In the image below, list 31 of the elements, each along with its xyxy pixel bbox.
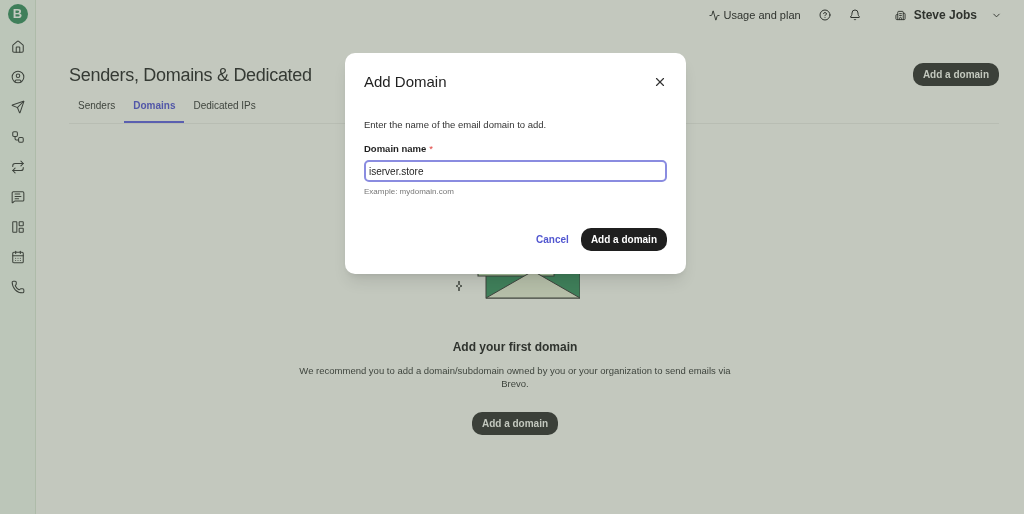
field-hint: Example: mydomain.com [364,186,455,198]
add-domain-button[interactable]: Add a domain [912,63,999,86]
send-icon[interactable] [10,100,25,114]
calendar-icon[interactable] [10,250,25,264]
tab[interactable]: Dedicated IPs [184,98,265,123]
dialog-intro: Enter the name of the email domain to add. [364,117,548,132]
submit-button[interactable]: Add a domain [580,228,667,251]
workflow-icon[interactable] [10,130,25,144]
repeat-icon[interactable] [10,160,25,174]
field-label: Domain name [364,141,427,156]
page-title: Senders, Domains & Dedicated [69,64,312,87]
usage-link[interactable]: Usage and plan [708,6,801,24]
activity-icon [708,9,720,21]
board-icon[interactable] [10,220,25,234]
notification-icon[interactable] [848,9,861,21]
user-menu[interactable]: Steve Jobs [894,6,1002,24]
phone-icon[interactable] [10,280,25,294]
user-icon[interactable] [10,70,25,84]
tab[interactable]: Senders [69,98,125,123]
tab[interactable]: Domains [124,98,185,123]
chat-icon[interactable] [10,190,25,204]
dialog-title: Add Domain [364,72,447,92]
help-icon[interactable] [818,9,831,21]
building-icon [894,9,906,21]
cancel-button[interactable]: Cancel [536,232,569,247]
empty-state-title: Add your first domain [452,339,578,356]
required-mark: * [429,141,433,156]
home-icon[interactable] [10,40,25,54]
add-domain-button[interactable]: Add a domain [471,412,559,435]
domain-input[interactable]: iserver.store [364,160,667,182]
empty-state-text: We recommend you to add a domain/subdomain owned by you or your organization to send emails via Brevo. [298,364,732,390]
